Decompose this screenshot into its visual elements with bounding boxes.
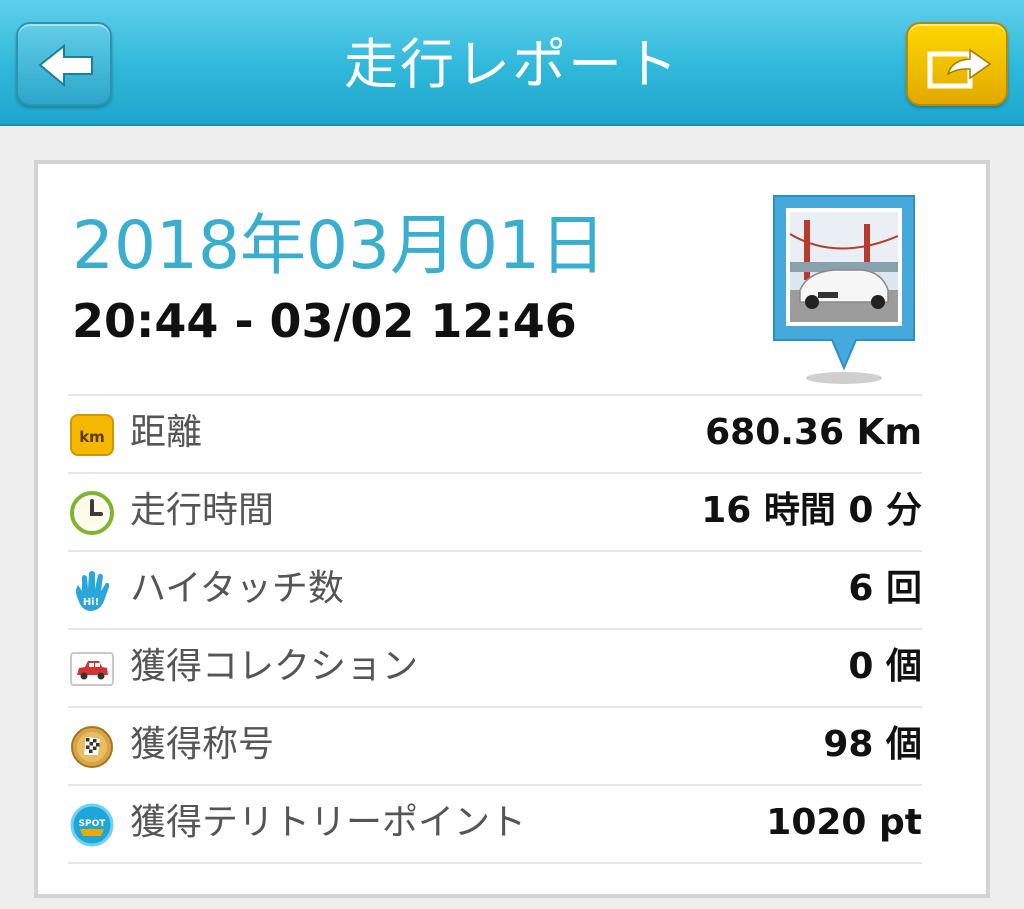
stat-value: 6 回 xyxy=(848,568,922,609)
report-date: 2018年03月01日 xyxy=(72,207,606,284)
car-photo-pin-icon[interactable] xyxy=(764,190,924,390)
page-title: 走行レポート xyxy=(344,33,680,96)
stat-row-collection: 獲得コレクション 0 個 xyxy=(68,630,922,706)
km-icon: km xyxy=(70,414,114,456)
stat-label: ハイタッチ数 xyxy=(130,568,344,609)
clock-icon xyxy=(70,491,114,535)
stat-value: 16 時間 0 分 xyxy=(701,490,922,531)
stat-label: 獲得テリトリーポイント xyxy=(130,802,527,843)
stat-row-high-touch: Hi! ハイタッチ数 6 回 xyxy=(68,552,922,628)
divider xyxy=(68,862,922,864)
stat-row-titles: 獲得称号 98 個 xyxy=(68,708,922,784)
spot-icon: SPOT xyxy=(70,803,114,847)
stat-label: 獲得称号 xyxy=(130,724,275,765)
stat-value: 98 個 xyxy=(823,724,922,765)
stat-label: 走行時間 xyxy=(130,490,275,531)
hand-hi-icon: Hi! xyxy=(76,571,110,611)
app-header: 走行レポート xyxy=(0,0,1024,126)
stat-row-territory-points: SPOT 獲得テリトリーポイント 1020 pt xyxy=(68,786,922,862)
svg-text:km: km xyxy=(79,428,105,446)
stat-value: 1020 pt xyxy=(766,802,922,843)
svg-text:Hi!: Hi! xyxy=(83,597,99,608)
car-collection-icon xyxy=(70,652,114,686)
stat-value: 0 個 xyxy=(848,646,922,687)
report-card: 2018年03月01日 20:44 - 03/02 12:46 km 距離 68… xyxy=(34,160,990,898)
stat-row-drive-time: 走行時間 16 時間 0 分 xyxy=(68,474,922,550)
flag-medal-icon xyxy=(71,726,113,768)
share-button[interactable] xyxy=(906,22,1008,106)
stat-value: 680.36 Km xyxy=(705,412,922,453)
stat-label: 距離 xyxy=(130,412,203,453)
report-time-range: 20:44 - 03/02 12:46 xyxy=(72,294,577,348)
svg-text:SPOT: SPOT xyxy=(79,819,107,829)
stat-row-distance: km 距離 680.36 Km xyxy=(68,396,922,472)
stat-label: 獲得コレクション xyxy=(130,646,419,687)
share-icon xyxy=(927,48,992,89)
